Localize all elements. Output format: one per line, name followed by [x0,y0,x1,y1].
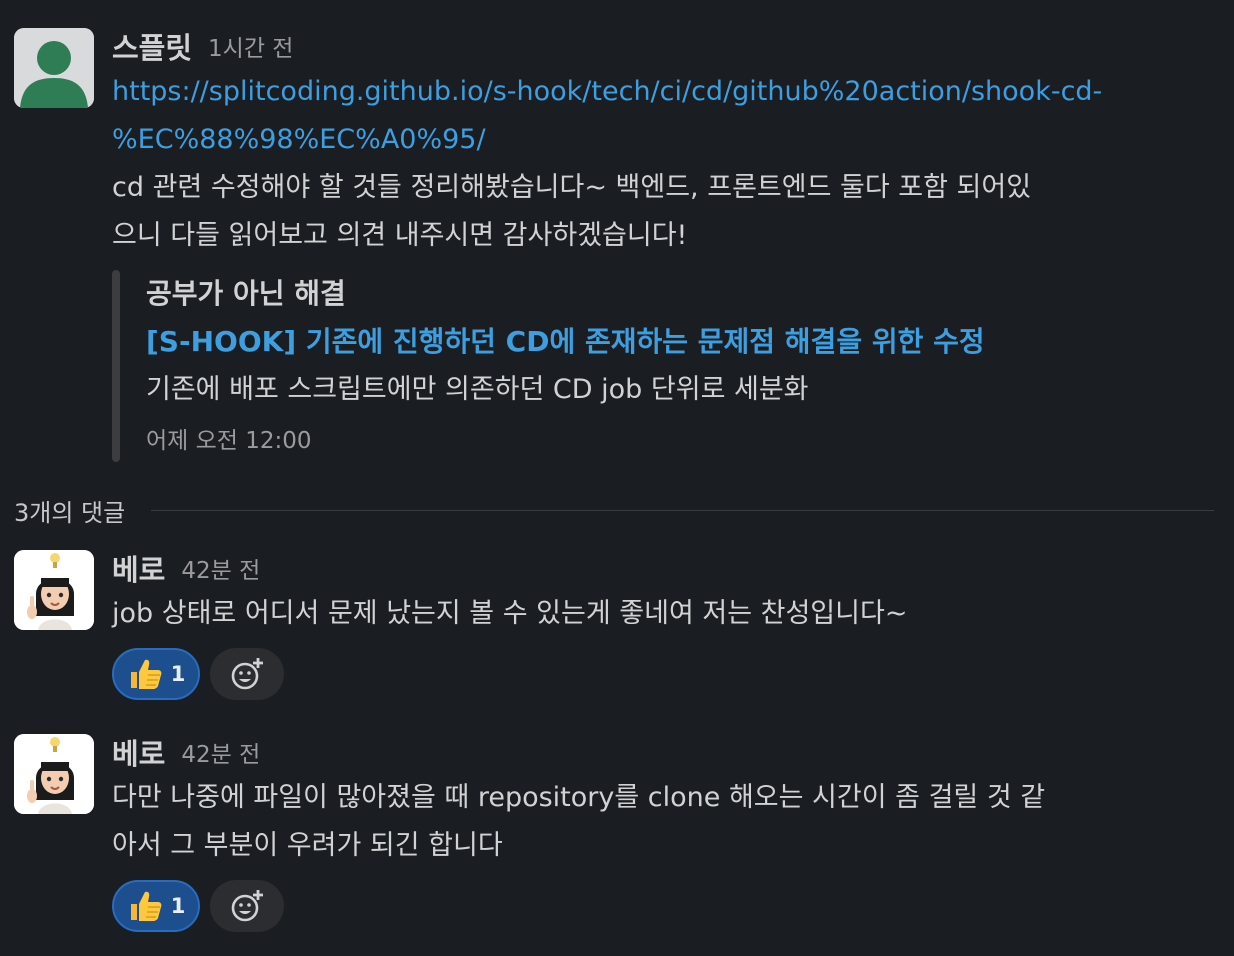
timestamp[interactable]: 1시간 전 [208,29,293,63]
author-name[interactable]: 베로 [112,731,165,773]
add-reaction-icon [229,888,265,924]
message-text: 다만 나중에 파일이 많아졌을 때 repository를 clone 해오는 … [112,774,1204,870]
message-header: 스플릿 1시간 전 [112,26,1204,66]
message-link-line-1[interactable]: https://splitcoding.github.io/s-hook/tec… [112,68,1204,116]
reaction-count: 1 [170,662,186,686]
attachment-site-name: 공부가 아닌 해결 [146,277,346,310]
message-link[interactable]: https://splitcoding.github.io/s-hook/tec… [112,68,1204,164]
avatar[interactable] [14,28,94,108]
message-text-line-2: 으니 다들 읽어보고 의견 내주시면 감사하겠습니다! [112,220,688,251]
message-text: job 상태로 어디서 문제 났는지 볼 수 있는게 좋네여 저는 찬성입니다~ [112,590,1204,638]
message-text-line-1: 다만 나중에 파일이 많아졌을 때 repository를 clone 해오는 … [112,782,1046,813]
message-text: cd 관련 수정해야 할 것들 정리해봤습니다~ 백엔드, 프론트엔드 둘다 포… [112,164,1204,260]
timestamp[interactable]: 42분 전 [181,735,260,769]
link-preview: 공부가 아닌 해결 [S-HOOK] 기존에 진행하던 CD에 존재하는 문제점… [112,270,1112,462]
thumbs-up-icon [127,888,163,924]
thread-view: 스플릿 1시간 전 https://splitcoding.github.io/… [0,0,1234,956]
attachment-date: 어제 오전 12:00 [146,428,312,454]
reactions-bar: 1 [112,648,1204,700]
thumbs-up-icon [127,656,163,692]
attachment-description: 기존에 배포 스크립트에만 의존하던 CD job 단위로 세분화 [146,374,809,405]
attachment-bar [112,270,120,462]
user-silhouette-icon [14,28,94,108]
memoji-icon [14,550,94,630]
message-text-line-1: job 상태로 어디서 문제 났는지 볼 수 있는게 좋네여 저는 찬성입니다~ [112,598,908,629]
divider-line [151,509,1214,511]
reaction-thumbs-up[interactable]: 1 [112,648,200,700]
reactions-bar: 1 [112,880,1204,932]
message-text-line-1: cd 관련 수정해야 할 것들 정리해봤습니다~ 백엔드, 프론트엔드 둘다 포… [112,172,1032,203]
author-name[interactable]: 베로 [112,547,165,589]
message-header: 베로 42분 전 [112,732,1204,772]
add-reaction-button[interactable] [210,880,284,932]
reaction-thumbs-up[interactable]: 1 [112,880,200,932]
add-reaction-button[interactable] [210,648,284,700]
message-link-line-2[interactable]: %EC%88%98%EC%A0%95/ [112,116,1204,164]
reaction-count: 1 [170,894,186,918]
memoji-icon [14,734,94,814]
reply-count-divider: 3개의 댓글 [14,488,1214,532]
message-text-line-2: 아서 그 부분이 우려가 되긴 합니다 [112,830,503,861]
author-name[interactable]: 스플릿 [112,25,192,67]
add-reaction-icon [229,656,265,692]
message-body: 베로 42분 전 다만 나중에 파일이 많아졌을 때 repository를 c… [112,732,1204,932]
avatar[interactable] [14,550,94,630]
message-body: 스플릿 1시간 전 https://splitcoding.github.io/… [112,26,1204,260]
attachment-content: 공부가 아닌 해결 [S-HOOK] 기존에 진행하던 CD에 존재하는 문제점… [146,270,985,468]
reply-count-label: 3개의 댓글 [14,498,126,527]
message-header: 베로 42분 전 [112,548,1204,588]
timestamp[interactable]: 42분 전 [181,551,260,585]
attachment-title-link[interactable]: [S-HOOK] 기존에 진행하던 CD에 존재하는 문제점 해결을 위한 수정 [146,318,985,366]
message-body: 베로 42분 전 job 상태로 어디서 문제 났는지 볼 수 있는게 좋네여 … [112,548,1204,700]
avatar[interactable] [14,734,94,814]
